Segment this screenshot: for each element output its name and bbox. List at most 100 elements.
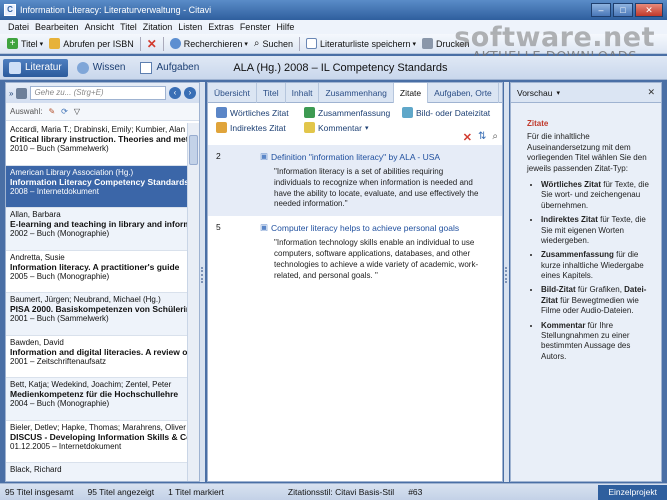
item-author: Bett, Katja; Wedekind, Joachim; Zentel, … [10, 380, 172, 389]
delete-button[interactable]: ✕ [144, 37, 160, 51]
bild-zitat-button[interactable]: Bild- oder Dateizitat [402, 107, 494, 118]
list-item[interactable]: Bawden, David Information and digital li… [6, 336, 188, 378]
list-item[interactable]: Allan, Barbara E-learning and teaching i… [6, 208, 188, 251]
item-title: Information literacy. A practitioner's g… [10, 261, 180, 272]
menu-hilfe[interactable]: Hilfe [273, 22, 297, 32]
refresh-icon[interactable]: ⟳ [61, 107, 68, 116]
help-intro: Für die inhaltliche Auseinandersetzung m… [527, 132, 647, 173]
binoculars-icon[interactable] [16, 87, 28, 99]
list-item[interactable]: Andretta, Susie Information literacy. A … [6, 251, 188, 293]
wand-icon [49, 38, 61, 49]
bild-zitat-label: Bild- oder Dateizitat [416, 107, 491, 118]
quote-title: Computer literacy helps to achieve perso… [271, 222, 460, 233]
list-item-selected[interactable]: American Library Association (Hg.) Infor… [6, 165, 188, 208]
woertliches-zitat-button[interactable]: Wörtliches Zitat [216, 107, 304, 118]
right-splitter[interactable] [504, 82, 509, 482]
recherchieren-button[interactable]: Recherchieren ▾ [167, 38, 251, 49]
tab-titel[interactable]: Titel [257, 83, 286, 103]
quote-icon [216, 107, 227, 118]
literaturliste-button[interactable]: Literaturliste speichern ▾ [303, 38, 419, 49]
tab-inhalt[interactable]: Inhalt [286, 83, 320, 103]
nav-aufgaben[interactable]: Aufgaben [134, 59, 205, 77]
drucken-button[interactable]: Drucken [419, 38, 473, 49]
item-year-type: 2008 – Internetdokument [10, 186, 99, 196]
project-badge: Einzelprojekt [598, 484, 667, 500]
indirektes-zitat-label: Indirektes Zitat [230, 122, 286, 133]
document-list-icon [305, 38, 317, 49]
menu-datei[interactable]: Datei [5, 22, 32, 32]
tab-aufgaben-orte[interactable]: Aufgaben, Orte [428, 83, 499, 103]
filter-icon[interactable]: ▽ [74, 107, 80, 116]
new-title-button[interactable]: + Titel ▾ [4, 38, 46, 49]
sort-icon[interactable]: ⇅ [478, 131, 486, 144]
tab-uebersicht[interactable]: Übersicht [208, 83, 257, 103]
status-number: #63 [408, 487, 423, 497]
isbn-button[interactable]: Abrufen per ISBN [46, 38, 137, 49]
reference-list: Accardi, Maria T.; Drabinski, Emily; Kum… [6, 123, 188, 481]
item-author: Black, Richard [10, 465, 62, 474]
list-item[interactable]: Accardi, Maria T.; Drabinski, Emily; Kum… [6, 123, 188, 166]
search-quote-icon[interactable]: ⌕ [492, 131, 498, 144]
help-heading: Zitate [527, 119, 549, 128]
next-arrow-icon[interactable]: › [184, 87, 196, 99]
selection-label: Auswahl: [10, 107, 43, 116]
close-preview-icon[interactable]: ✕ [647, 87, 655, 98]
list-item[interactable]: Bett, Katja; Wedekind, Joachim; Zentel, … [6, 378, 188, 421]
quote-actions: Wörtliches Zitat Zusammenfassung Bild- o… [208, 103, 502, 137]
collapse-pane-icon[interactable]: » [9, 89, 13, 98]
quote-item[interactable]: 5 ▣ Computer literacy helps to achieve pe… [208, 216, 502, 287]
menu-bearbeiten[interactable]: Bearbeiten [32, 22, 82, 32]
kommentar-label: Kommentar [318, 122, 362, 133]
maximize-button[interactable]: □ [613, 3, 633, 17]
item-title: Critical library instruction. Theories a… [10, 134, 188, 144]
scrollbar-thumb[interactable] [189, 135, 198, 165]
goto-input[interactable]: Gehe zu... (Strg+E) [30, 86, 166, 100]
menu-listen[interactable]: Listen [175, 22, 205, 32]
preview-header: Vorschau ▾ ✕ [511, 83, 661, 103]
citavi-app-icon: C [4, 4, 16, 16]
menu-ansicht[interactable]: Ansicht [82, 22, 118, 32]
window-title: Information Literacy: Literaturverwaltun… [20, 5, 212, 15]
recherchieren-label: Recherchieren [183, 38, 243, 49]
nav-wissen-label: Wissen [92, 62, 126, 73]
menu-zitation[interactable]: Zitation [140, 22, 176, 32]
title-bar: C Information Literacy: Literaturverwalt… [0, 0, 667, 20]
status-total: 95 Titel insgesamt [5, 487, 74, 497]
indirektes-zitat-button[interactable]: Indirektes Zitat [216, 122, 304, 133]
minimize-button[interactable]: – [591, 3, 611, 17]
previous-arrow-icon[interactable]: ‹ [169, 87, 181, 99]
delete-quote-icon[interactable]: ✕ [463, 131, 472, 144]
zusammenfassung-button[interactable]: Zusammenfassung [304, 107, 402, 118]
item-author: American Library Association (Hg.) [10, 167, 134, 177]
list-item[interactable]: Bieler, Detlev; Hapke, Thomas; Marahrens… [6, 421, 188, 463]
help-item: Kommentar für Ihre Stellungnahmen zu ein… [541, 321, 651, 363]
navigation-bar: Literatur Wissen Aufgaben ALA (Hg.) 2008… [0, 56, 667, 80]
menu-fenster[interactable]: Fenster [237, 22, 274, 32]
suchen-button[interactable]: ⌕ Suchen [251, 38, 296, 49]
selection-tools-icon[interactable]: ✎ [48, 107, 55, 116]
chevron-down-icon: ▾ [244, 40, 248, 48]
quote-bubble-icon: ▣ [260, 151, 269, 161]
checklist-icon [140, 61, 153, 74]
menu-titel[interactable]: Titel [117, 22, 140, 32]
chevron-down-icon: ▾ [364, 124, 369, 132]
item-year-type: 2010 – Buch (Sammelwerk) [10, 144, 109, 153]
left-splitter[interactable] [200, 82, 205, 482]
help-text: Zitate Für die inhaltliche Auseinanderse… [511, 103, 661, 362]
quote-item-selected[interactable]: 2 ▣ Definition "information literacy" by … [208, 145, 502, 217]
list-item[interactable]: Baumert, Jürgen; Neubrand, Michael (Hg.)… [6, 293, 188, 336]
menu-extras[interactable]: Extras [205, 22, 237, 32]
item-author: Baumert, Jürgen; Neubrand, Michael (Hg.) [10, 295, 161, 304]
item-year-type: 2001 – Zeitschriftenaufsatz [10, 356, 107, 366]
tab-zusammenhang[interactable]: Zusammenhang [319, 83, 394, 103]
list-scrollbar[interactable] [187, 123, 199, 481]
tab-zitate[interactable]: Zitate [393, 83, 429, 103]
list-item[interactable]: Black, Richard [6, 463, 188, 481]
nav-literatur[interactable]: Literatur [3, 58, 68, 77]
isbn-label: Abrufen per ISBN [63, 38, 134, 49]
nav-wissen[interactable]: Wissen [71, 59, 132, 77]
delete-icon: ✕ [146, 36, 157, 51]
close-button[interactable]: ✕ [635, 3, 663, 17]
chevron-down-icon[interactable]: ▾ [556, 89, 560, 97]
kommentar-button[interactable]: Kommentar ▾ [304, 122, 402, 133]
